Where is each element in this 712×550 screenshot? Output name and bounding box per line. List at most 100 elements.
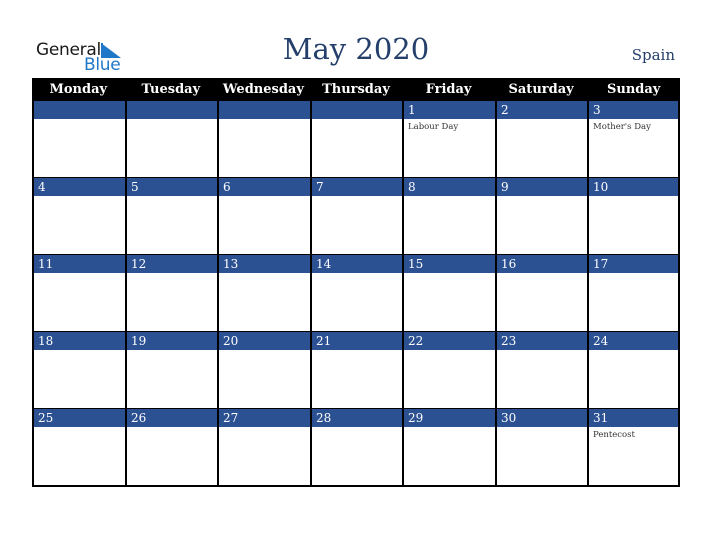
day-number: 22 — [404, 332, 495, 350]
holiday-label — [404, 196, 495, 199]
holiday-label — [497, 119, 587, 122]
holiday-label — [589, 350, 678, 353]
holiday-label — [219, 119, 310, 122]
day-cell[interactable] — [32, 101, 125, 178]
day-cell[interactable]: 30 — [495, 409, 587, 486]
holiday-label — [312, 427, 402, 430]
day-number: 28 — [312, 409, 402, 427]
day-number — [219, 101, 310, 119]
day-number: 20 — [219, 332, 310, 350]
weekday-sunday: Sunday — [607, 82, 661, 97]
holiday-label — [497, 350, 587, 353]
day-cell[interactable]: 8 — [402, 178, 495, 255]
day-cell[interactable]: 2 — [495, 101, 587, 178]
holiday-label — [127, 427, 217, 430]
day-number: 29 — [404, 409, 495, 427]
holiday-label — [589, 196, 678, 199]
day-number: 25 — [34, 409, 125, 427]
week-row: 25 26 27 28 29 30 31 Pentecost — [32, 409, 680, 486]
day-number: 18 — [34, 332, 125, 350]
day-number: 9 — [497, 178, 587, 196]
day-cell[interactable]: 23 — [495, 332, 587, 409]
day-cell[interactable]: 6 — [217, 178, 310, 255]
day-cell[interactable]: 20 — [217, 332, 310, 409]
holiday-label — [219, 196, 310, 199]
day-number: 11 — [34, 255, 125, 273]
day-number: 5 — [127, 178, 217, 196]
day-cell[interactable]: 7 — [310, 178, 402, 255]
day-cell[interactable]: 14 — [310, 255, 402, 332]
day-number: 12 — [127, 255, 217, 273]
day-cell[interactable]: 5 — [125, 178, 217, 255]
holiday-label — [34, 273, 125, 276]
holiday-label — [34, 350, 125, 353]
holiday-label — [404, 350, 495, 353]
day-number: 23 — [497, 332, 587, 350]
holiday-label: Mother's Day — [593, 122, 651, 132]
day-cell[interactable]: 26 — [125, 409, 217, 486]
holiday-label — [404, 427, 495, 430]
calendar-title: May 2020 — [282, 32, 430, 66]
holiday-label — [127, 196, 217, 199]
day-cell[interactable] — [310, 101, 402, 178]
holiday-label — [34, 119, 125, 122]
day-cell[interactable]: 12 — [125, 255, 217, 332]
day-cell[interactable]: 4 — [32, 178, 125, 255]
week-row: 11 12 13 14 15 16 17 — [32, 255, 680, 332]
day-cell[interactable]: 24 — [587, 332, 680, 409]
week-row: 18 19 20 21 22 23 24 — [32, 332, 680, 409]
holiday-label — [497, 196, 587, 199]
day-cell[interactable]: 22 — [402, 332, 495, 409]
holiday-label — [404, 273, 495, 276]
day-number — [127, 101, 217, 119]
holiday-label — [34, 427, 125, 430]
day-number: 15 — [404, 255, 495, 273]
day-number: 17 — [589, 255, 678, 273]
day-number: 13 — [219, 255, 310, 273]
day-number: 24 — [589, 332, 678, 350]
day-number: 7 — [312, 178, 402, 196]
holiday-label — [127, 119, 217, 122]
day-cell[interactable]: 13 — [217, 255, 310, 332]
holiday-label — [312, 350, 402, 353]
day-cell[interactable]: 10 — [587, 178, 680, 255]
weekday-wednesday: Wednesday — [222, 82, 304, 97]
holiday-label — [219, 427, 310, 430]
day-number: 1 — [404, 101, 495, 119]
weekday-tuesday: Tuesday — [141, 82, 201, 97]
holiday-label: Labour Day — [408, 122, 459, 132]
week-row: 1 Labour Day 2 3 Mother's Day — [32, 101, 680, 178]
day-cell[interactable]: 17 — [587, 255, 680, 332]
day-cell[interactable]: 15 — [402, 255, 495, 332]
holiday-label — [127, 350, 217, 353]
day-cell[interactable]: 11 — [32, 255, 125, 332]
day-cell[interactable]: 1 Labour Day — [402, 101, 495, 178]
day-cell[interactable] — [217, 101, 310, 178]
holiday-label — [312, 196, 402, 199]
day-cell[interactable]: 25 — [32, 409, 125, 486]
day-number: 31 — [589, 409, 678, 427]
day-number: 4 — [34, 178, 125, 196]
day-cell[interactable]: 16 — [495, 255, 587, 332]
day-number: 10 — [589, 178, 678, 196]
weekday-header-row: Monday Tuesday Wednesday Thursday Friday… — [32, 78, 680, 101]
day-number: 26 — [127, 409, 217, 427]
weekday-thursday: Thursday — [322, 82, 390, 97]
day-cell[interactable]: 27 — [217, 409, 310, 486]
day-cell[interactable] — [125, 101, 217, 178]
day-cell[interactable]: 9 — [495, 178, 587, 255]
day-cell[interactable]: 18 — [32, 332, 125, 409]
day-number: 19 — [127, 332, 217, 350]
day-number: 2 — [497, 101, 587, 119]
day-cell[interactable]: 19 — [125, 332, 217, 409]
holiday-label — [497, 427, 587, 430]
day-number: 16 — [497, 255, 587, 273]
day-cell[interactable]: 3 Mother's Day — [587, 101, 680, 178]
holiday-label — [589, 273, 678, 276]
day-cell[interactable]: 29 — [402, 409, 495, 486]
day-cell[interactable]: 28 — [310, 409, 402, 486]
day-cell[interactable]: 31 Pentecost — [587, 409, 680, 486]
day-cell[interactable]: 21 — [310, 332, 402, 409]
holiday-label: Pentecost — [593, 430, 635, 440]
weekday-friday: Friday — [425, 82, 472, 97]
